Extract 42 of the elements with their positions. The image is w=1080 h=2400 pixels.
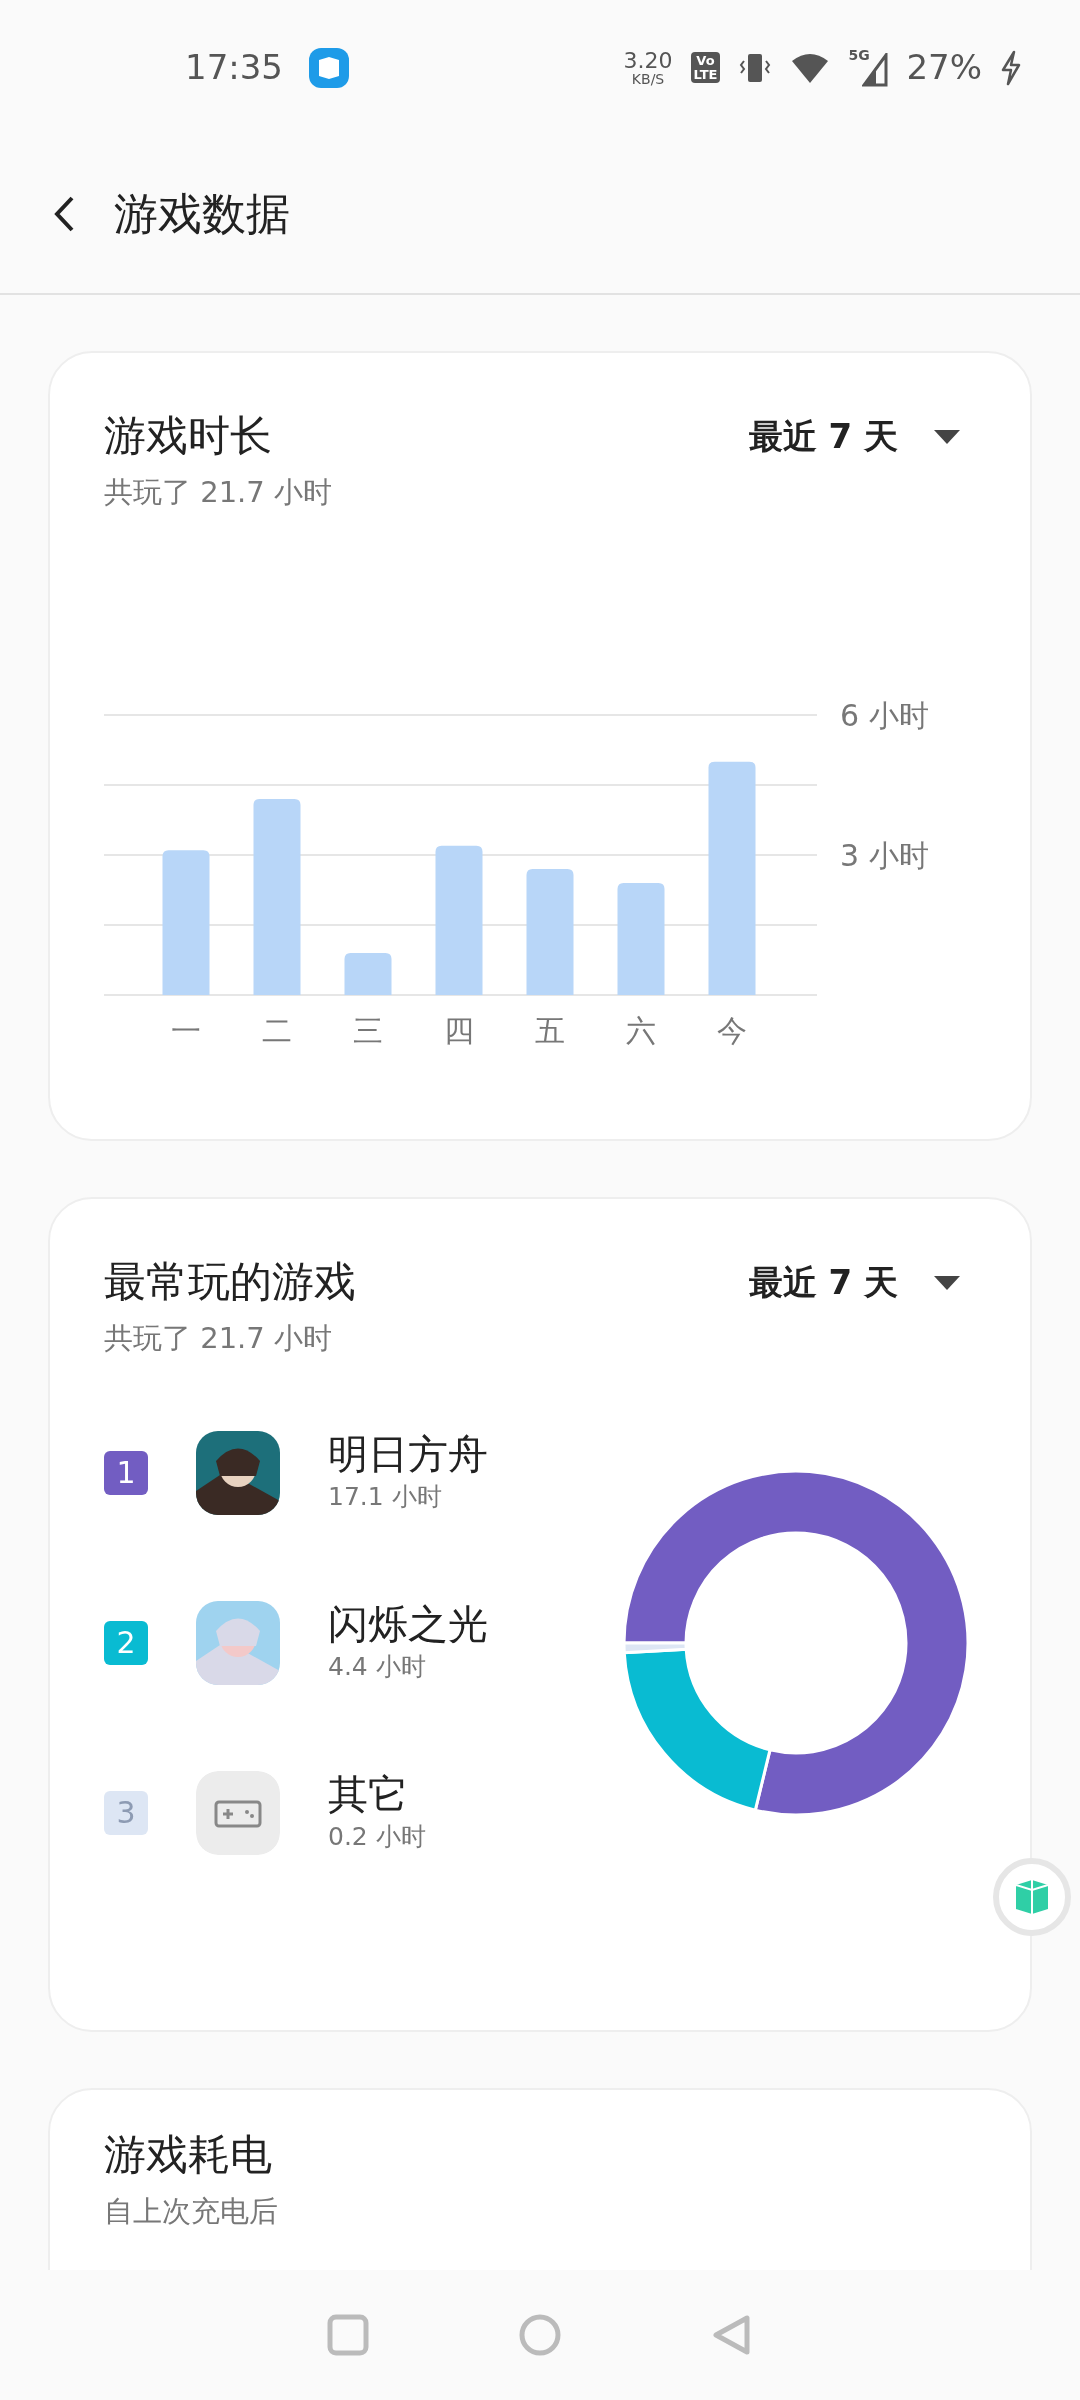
card-subtitle: 共玩了 21.7 小时 xyxy=(104,1320,333,1358)
volte-indicator: Vo LTE xyxy=(690,51,721,84)
card-title: 游戏时长 xyxy=(104,411,273,462)
axis-label: 二 xyxy=(262,1012,292,1048)
battery-level: 27% xyxy=(906,46,982,89)
rank-badge: 3 xyxy=(104,1790,148,1835)
range-dropdown[interactable]: 最近 7 天 xyxy=(748,411,960,462)
axis-label: 五 xyxy=(535,1012,565,1048)
axis-label: 6 小时 xyxy=(840,697,929,733)
axis-label: 四 xyxy=(444,1012,474,1048)
bar xyxy=(344,952,392,995)
range-dropdown[interactable]: 最近 7 天 xyxy=(748,1257,960,1308)
speed-unit: KB/S xyxy=(631,71,665,86)
caret-icon xyxy=(934,1275,960,1290)
game-name: 闪烁之光 xyxy=(328,1600,488,1649)
rank-badge: 2 xyxy=(104,1620,148,1665)
game-name: 其它 xyxy=(328,1770,409,1819)
clock-time: 17:35 xyxy=(185,46,283,89)
axis-label: 一 xyxy=(171,1012,201,1048)
card-title: 最常玩的游戏 xyxy=(104,1257,356,1308)
card-subtitle: 自上次充电后 xyxy=(104,2193,278,2231)
recents-icon[interactable] xyxy=(327,2314,369,2356)
axis-label: 今 xyxy=(717,1012,747,1048)
play-hours: 4.4 小时 xyxy=(328,1651,427,1684)
charging-icon xyxy=(1000,49,1022,86)
axis-label: 三 xyxy=(353,1012,383,1048)
network-type: 5G xyxy=(848,45,870,65)
gamepad-icon xyxy=(196,1770,280,1855)
home-icon[interactable] xyxy=(519,2314,561,2356)
rank-badge: 1 xyxy=(104,1450,148,1495)
play-hours: 17.1 小时 xyxy=(328,1481,443,1514)
app-icon xyxy=(309,47,349,88)
network-speed: 3.20 xyxy=(623,49,673,72)
back-icon[interactable] xyxy=(52,194,76,234)
card-title: 游戏耗电 xyxy=(104,2130,273,2181)
page-title: 游戏数据 xyxy=(114,187,290,241)
play-hours: 0.2 小时 xyxy=(328,1821,426,1854)
card-subtitle: 共玩了 21.7 小时 xyxy=(104,474,332,512)
axis-label: 六 xyxy=(626,1012,656,1048)
game-name: 明日方舟 xyxy=(328,1430,488,1479)
axis-label: 3 小时 xyxy=(840,837,929,873)
caret-icon xyxy=(934,429,960,444)
